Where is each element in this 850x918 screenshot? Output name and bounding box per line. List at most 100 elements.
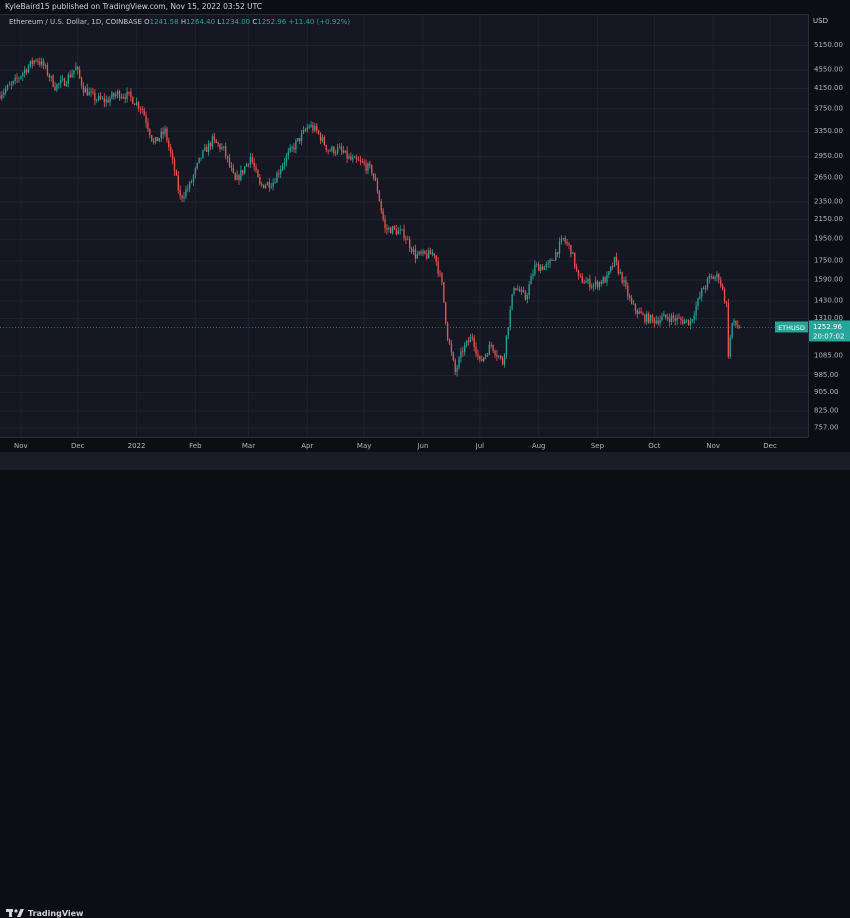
last-price-label: 1252.96 (813, 323, 842, 331)
candle-body (130, 91, 132, 97)
y-tick-label: 1750.00 (814, 256, 843, 264)
candle-body (625, 280, 627, 286)
candle-body (247, 163, 250, 165)
candle-body (162, 131, 164, 134)
candle-body (168, 140, 170, 148)
candle-body (682, 320, 684, 324)
candle-body (27, 66, 30, 73)
candle-body (88, 91, 90, 96)
candle-body (606, 274, 608, 283)
candle-body (422, 250, 424, 254)
candle-body (661, 316, 663, 320)
candle-body (443, 281, 445, 303)
candle-body (585, 281, 587, 283)
candle-body (0, 96, 1, 98)
candle-body (61, 78, 64, 80)
candle-body (642, 313, 644, 315)
candle-body (697, 298, 699, 307)
candle-body (134, 103, 136, 105)
candle-body (426, 253, 428, 259)
candle-body (44, 65, 47, 67)
candle-body (462, 351, 464, 353)
candle-body (604, 277, 606, 283)
candle-body (407, 239, 409, 241)
candle-body (242, 170, 244, 174)
candle-body (416, 254, 418, 259)
candle-body (325, 145, 327, 150)
candle-body (84, 88, 87, 93)
candle-body (380, 201, 382, 211)
candle-body (371, 165, 373, 174)
candle-body (158, 138, 160, 142)
candle-body (608, 271, 610, 275)
candle-body (173, 159, 176, 172)
y-tick-label: 4150.00 (814, 84, 843, 92)
candle-body (409, 239, 411, 249)
candle-body (648, 313, 650, 323)
candle-body (424, 250, 426, 254)
candle-body (431, 253, 434, 255)
candle-body (712, 276, 714, 280)
candle-body (262, 184, 265, 189)
candle-body (701, 288, 703, 297)
candle-body (147, 122, 149, 130)
candle-body (160, 131, 162, 139)
candle-body (530, 276, 532, 285)
candle-body (460, 351, 462, 359)
candle-body (575, 266, 578, 270)
candle-body (350, 156, 352, 160)
candle-body (170, 147, 172, 154)
candle-body (562, 238, 564, 239)
candle-body (96, 99, 98, 101)
candle-body (704, 287, 707, 290)
candle-body (124, 97, 126, 99)
candle-body (261, 183, 263, 185)
candle-body (439, 273, 441, 275)
time-axis-labels: Nov Dec 2022 Feb Mar Apr May Jun Jul Aug Sep Oct Nov… (14, 442, 777, 450)
candle-body (181, 195, 183, 199)
candle-body (733, 320, 735, 323)
candle-body (668, 318, 671, 322)
candle-body (405, 238, 407, 240)
symbol-legend: Ethereum / U.S. Dollar, 1D, COINBASE O12… (9, 18, 350, 26)
y-tick-label: 5150.00 (814, 41, 843, 49)
candle-body (727, 303, 730, 357)
candle-body (441, 273, 443, 282)
footer-bar: TradingView (0, 452, 850, 918)
candle-body (551, 260, 553, 261)
x-tick-label: Aug (532, 442, 546, 450)
candle-body (492, 345, 494, 351)
y-tick-label: 985.00 (814, 371, 839, 379)
candle-body (644, 314, 646, 322)
candle-body (312, 125, 314, 131)
candle-body (97, 95, 100, 100)
candle-body (477, 353, 479, 356)
candle-body (82, 85, 85, 93)
candle-body (435, 255, 437, 262)
candle-body (65, 83, 68, 86)
candle-body (33, 60, 35, 64)
tradingview-logo-icon (6, 909, 24, 917)
price-axis[interactable]: 5150.00 4550.00 4150.00 3750.00 3350.00 2950.… (808, 14, 850, 437)
candle-body (238, 175, 240, 181)
y-tick-label: 2350.00 (814, 198, 843, 206)
candle-body (433, 253, 436, 256)
candlestick-chart[interactable]: ETHUSD (0, 15, 808, 438)
candle-body (456, 367, 458, 373)
candle-body (515, 288, 517, 290)
candle-body (48, 74, 50, 78)
candle-body (187, 188, 189, 190)
candle-body (42, 60, 45, 66)
candle-body (56, 84, 58, 90)
tradingview-logo[interactable]: TradingView (6, 908, 83, 918)
candle-body (16, 77, 18, 79)
candle-body (109, 98, 111, 103)
x-tick-label: Sep (591, 442, 605, 450)
candle-body (171, 153, 174, 160)
candle-body (403, 229, 405, 239)
chart-plot-area[interactable]: ETHUSD (0, 14, 808, 438)
candle-body (232, 167, 234, 173)
candle-body (467, 340, 470, 343)
candle-body (634, 303, 637, 311)
time-axis[interactable]: Nov Dec 2022 Feb Mar Apr May Jun Jul Aug Sep Oct Nov… (0, 437, 808, 453)
